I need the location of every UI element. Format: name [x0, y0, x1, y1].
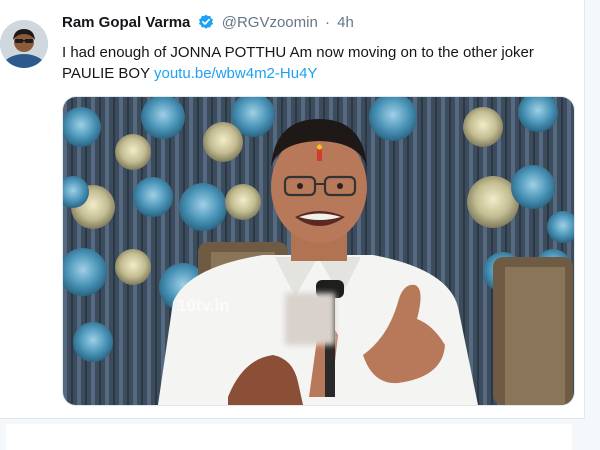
separator-dot: · [325, 14, 330, 31]
tweet-header: Ram Gopal Varma @RGVzoomin · 4h [62, 13, 354, 36]
tweet-text: I had enough of JONNA POTTHU Am now movi… [62, 42, 577, 84]
tweet-timestamp[interactable]: 4h [337, 14, 354, 31]
tweet-card[interactable]: Ram Gopal Varma @RGVzoomin · 4h I had en… [0, 0, 585, 419]
video-thumbnail[interactable]: 10tv.in [62, 96, 575, 406]
avatar[interactable] [0, 20, 48, 68]
author-name[interactable]: Ram Gopal Varma [62, 14, 190, 31]
tweet-link[interactable]: youtu.be/wbw4m2-Hu4Y [154, 65, 317, 82]
video-frame: 10tv.in [63, 97, 574, 405]
video-watermark: 10tv.in [177, 296, 230, 315]
author-handle[interactable]: @RGVzoomin [222, 14, 318, 31]
next-tweet-strip [6, 424, 572, 450]
verified-badge-icon [198, 14, 214, 36]
